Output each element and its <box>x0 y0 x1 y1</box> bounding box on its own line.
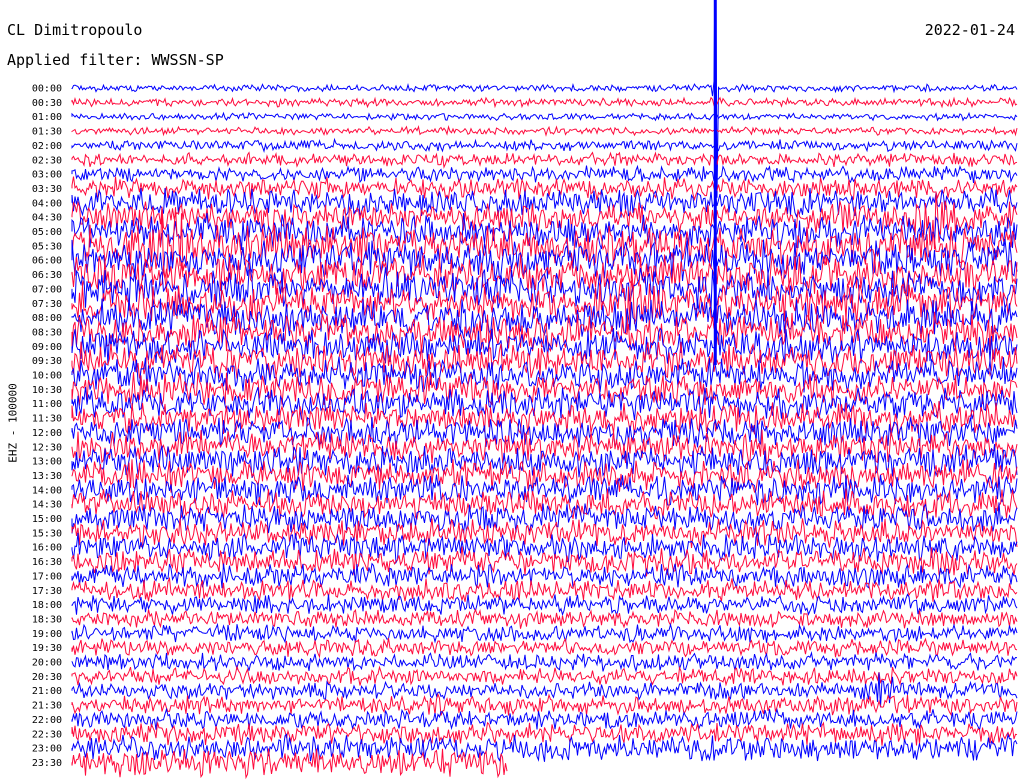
row-label-1930: 19:30 <box>32 643 62 654</box>
row-label-0930: 09:30 <box>32 356 62 367</box>
row-label-1500: 15:00 <box>32 514 62 525</box>
row-label-0330: 03:30 <box>32 184 62 195</box>
row-label-2030: 20:30 <box>32 672 62 683</box>
row-label-1200: 12:00 <box>32 428 62 439</box>
trace-group <box>71 0 1018 780</box>
row-label-0530: 05:30 <box>32 241 62 252</box>
trace-row-1900 <box>71 622 1018 644</box>
trace-row-2230 <box>71 721 1018 746</box>
row-label-1000: 10:00 <box>32 371 62 382</box>
trace-row-2000 <box>71 651 1018 673</box>
row-label-0730: 07:30 <box>32 299 62 310</box>
row-label-1400: 14:00 <box>32 485 62 496</box>
row-label-2200: 22:00 <box>32 715 62 726</box>
row-label-2230: 22:30 <box>32 729 62 740</box>
trace-row-0230 <box>71 151 1018 169</box>
trace-row-1800 <box>71 593 1018 617</box>
row-label-0100: 01:00 <box>32 112 62 123</box>
row-label-0830: 08:30 <box>32 327 62 338</box>
row-label-0200: 02:00 <box>32 141 62 152</box>
row-label-0600: 06:00 <box>32 256 62 267</box>
trace-row-0200 <box>71 137 1018 154</box>
row-label-0700: 07:00 <box>32 284 62 295</box>
row-label-1030: 10:30 <box>32 385 62 396</box>
row-label-0500: 05:00 <box>32 227 62 238</box>
row-label-1730: 17:30 <box>32 586 62 597</box>
row-label-1300: 13:00 <box>32 457 62 468</box>
helicorder-chart: 00:00 00:30 01:00 01:30 02:00 02:30 03:00 03:30… <box>32 0 1018 780</box>
trace-row-1830 <box>71 608 1018 629</box>
row-label-1900: 19:00 <box>32 629 62 640</box>
row-label-2330: 23:30 <box>32 758 62 769</box>
row-label-1100: 11:00 <box>32 399 62 410</box>
row-label-1600: 16:00 <box>32 543 62 554</box>
row-label-1800: 18:00 <box>32 600 62 611</box>
trace-row-0300 <box>71 164 1018 184</box>
row-label-1430: 14:30 <box>32 500 62 511</box>
trace-row-0330 <box>71 176 1018 202</box>
trace-row-2200 <box>71 707 1018 732</box>
row-label-1830: 18:30 <box>32 614 62 625</box>
row-label-1130: 11:30 <box>32 414 62 425</box>
trace-row-0100 <box>71 111 1018 122</box>
trace-row-2130 <box>71 692 1018 717</box>
row-label-0800: 08:00 <box>32 313 62 324</box>
row-label-2100: 21:00 <box>32 686 62 697</box>
row-label-2300: 23:00 <box>32 744 62 755</box>
row-label-2000: 20:00 <box>32 658 62 669</box>
trace-row-2030 <box>71 664 1018 687</box>
row-label-1230: 12:30 <box>32 442 62 453</box>
row-label-0400: 04:00 <box>32 198 62 209</box>
row-label-1700: 17:00 <box>32 571 62 582</box>
row-label-0130: 01:30 <box>32 127 62 138</box>
trace-row-0130 <box>71 125 1018 137</box>
row-label-0000: 00:00 <box>32 84 62 95</box>
trace-row-0030 <box>71 96 1018 109</box>
row-label-1630: 16:30 <box>32 557 62 568</box>
row-label-0900: 09:00 <box>32 342 62 353</box>
row-label-0300: 03:00 <box>32 170 62 181</box>
row-label-0430: 04:30 <box>32 213 62 224</box>
row-label-1330: 13:30 <box>32 471 62 482</box>
row-tick-labels: 00:00 00:30 01:00 01:30 02:00 02:30 03:00 03:30… <box>32 84 62 769</box>
row-label-0230: 02:30 <box>32 155 62 166</box>
row-label-0030: 00:30 <box>32 98 62 109</box>
row-label-2130: 21:30 <box>32 701 62 712</box>
row-label-1530: 15:30 <box>32 528 62 539</box>
trace-row-1630 <box>71 546 1018 577</box>
row-label-0630: 06:30 <box>32 270 62 281</box>
